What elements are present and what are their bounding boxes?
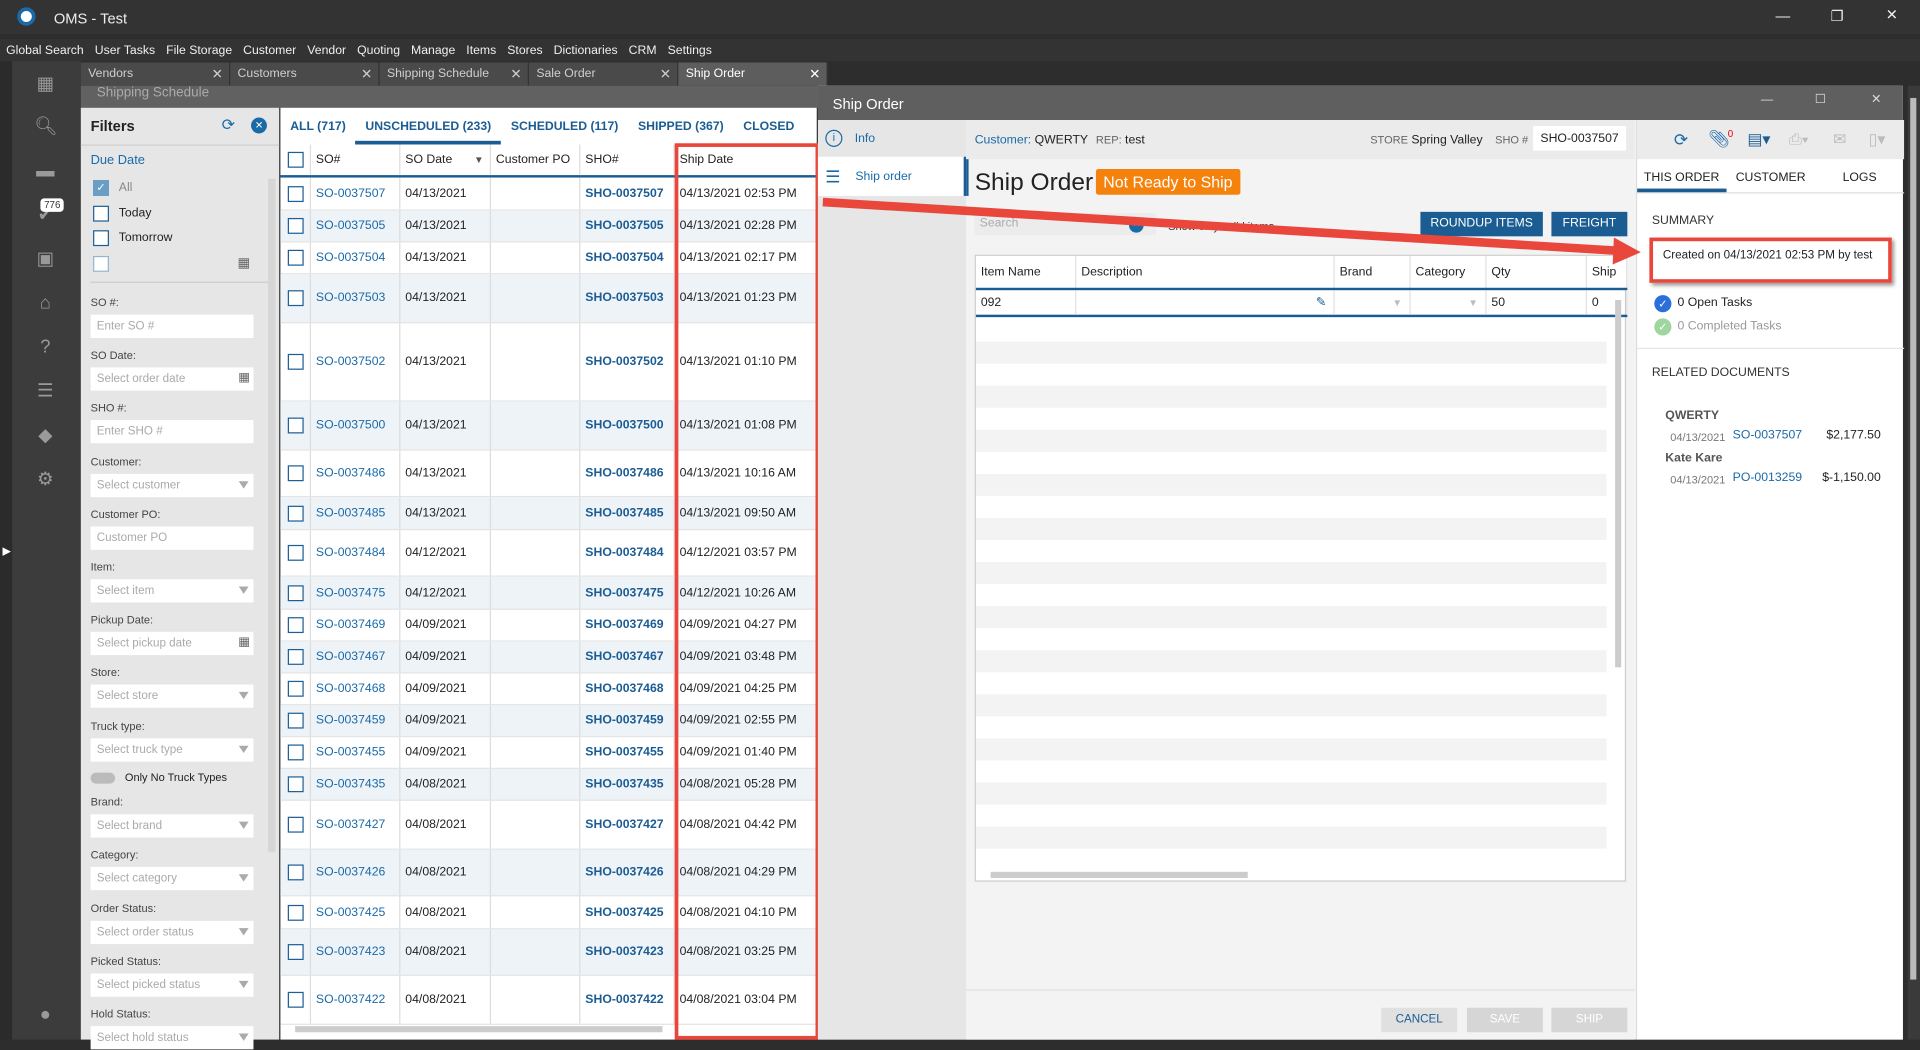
annotation-arrow	[822, 197, 1641, 265]
